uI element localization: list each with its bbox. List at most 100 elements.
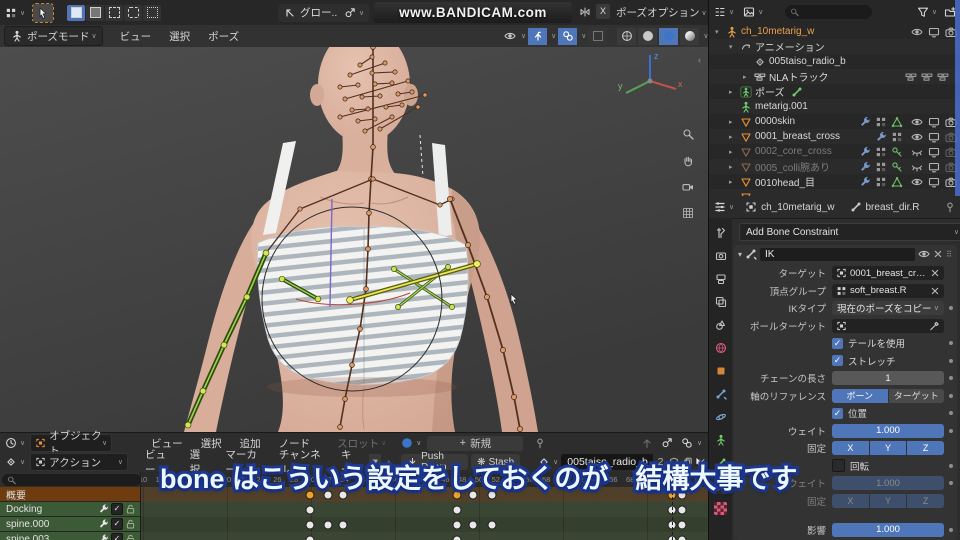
checkbox[interactable]: ✓: [832, 355, 843, 366]
keyframe-lane[interactable]: [140, 532, 708, 540]
animate-dot[interactable]: [949, 376, 953, 380]
monitor-icon[interactable]: [928, 26, 940, 38]
outliner-row[interactable]: ▸ ポーズ: [709, 84, 960, 99]
tab-world[interactable]: [711, 339, 730, 356]
ortho-grid-icon[interactable]: [681, 206, 695, 220]
pose-options-dropdown[interactable]: ポーズオプション ∨: [616, 5, 707, 20]
animate-dot[interactable]: [949, 463, 953, 468]
keyframe-lane[interactable]: [140, 502, 708, 518]
display-mode-icon[interactable]: [713, 5, 727, 19]
xray-toggle[interactable]: [588, 27, 608, 45]
wrench-icon[interactable]: [875, 131, 887, 143]
x-icon[interactable]: [930, 268, 940, 278]
animate-dot[interactable]: [949, 411, 953, 415]
checkbox[interactable]: ✓: [832, 407, 843, 419]
keyframe[interactable]: [487, 520, 497, 529]
add-bone-constraint-button[interactable]: Add Bone Constraint ∨: [739, 223, 960, 241]
filter-icon[interactable]: [916, 5, 930, 19]
eye-closed-icon[interactable]: [911, 146, 923, 158]
checkbox[interactable]: ✓: [832, 337, 843, 349]
tab-scene[interactable]: [711, 316, 730, 333]
shading-solid[interactable]: [638, 27, 658, 45]
lock-y-button[interactable]: Y: [869, 441, 907, 455]
outliner-search-input[interactable]: [785, 5, 873, 19]
expand-arrow-icon[interactable]: ▸: [729, 88, 739, 96]
tab-view-layer[interactable]: [711, 293, 730, 310]
pin-icon[interactable]: [943, 200, 957, 214]
channel-概要[interactable]: 概要: [0, 487, 140, 502]
keyframe[interactable]: [305, 505, 315, 514]
slider-影響[interactable]: 1.000: [832, 522, 944, 537]
lock-x-button[interactable]: X: [832, 441, 869, 455]
select-mode-paint[interactable]: [143, 4, 162, 21]
outliner-row[interactable]: ▸ 0005_colli腕あり: [709, 159, 960, 174]
filter-id-icon[interactable]: [742, 5, 756, 19]
expand-arrow-icon[interactable]: ▾: [738, 250, 742, 259]
channel-enable-checkbox[interactable]: ✓: [111, 518, 123, 530]
keyframe[interactable]: [677, 505, 687, 514]
outliner-row[interactable]: ▸ 0001_breast_cross: [709, 129, 960, 144]
keyframe[interactable]: [305, 535, 315, 540]
outliner-row[interactable]: ▾ アニメーション: [709, 39, 960, 54]
mirror-icon[interactable]: [578, 5, 592, 19]
keyframe[interactable]: [452, 505, 462, 514]
outliner-row[interactable]: ▸ 0000skin: [709, 114, 960, 129]
tab-object-data[interactable]: [711, 431, 730, 448]
checkbox[interactable]: [832, 459, 845, 472]
channel-enable-checkbox[interactable]: ✓: [111, 503, 123, 515]
wrench-icon[interactable]: [859, 116, 871, 128]
monitor-icon[interactable]: [928, 161, 940, 173]
wrench-icon[interactable]: [859, 176, 871, 188]
tab-physics[interactable]: [711, 408, 730, 425]
animate-dot[interactable]: [949, 393, 953, 398]
outliner-item-label[interactable]: 0000skin: [755, 116, 795, 127]
keyframe[interactable]: [677, 535, 687, 540]
outliner-row[interactable]: ▸ NLAトラック: [709, 69, 960, 84]
overlay-icon[interactable]: [680, 436, 694, 450]
animate-dot[interactable]: [949, 527, 953, 532]
breadcrumb-bone[interactable]: breast_dir.R: [866, 202, 920, 213]
vgroup-icon[interactable]: [891, 116, 903, 128]
eye-icon[interactable]: [911, 176, 923, 188]
node-tree-type-dropdown[interactable]: オブジェクト ∨: [30, 430, 113, 457]
lock-z-button[interactable]: Z: [907, 441, 945, 455]
eye-closed-icon[interactable]: [911, 161, 923, 173]
outliner-row[interactable]: ▸ 0002_core_cross: [709, 144, 960, 159]
keyframe[interactable]: [452, 535, 462, 540]
editor-type-icon[interactable]: [4, 436, 18, 450]
select-mode-circle[interactable]: [105, 4, 124, 21]
monitor-icon[interactable]: [928, 176, 940, 188]
lock-icon[interactable]: [125, 519, 136, 530]
channel-enable-checkbox[interactable]: ✓: [111, 533, 123, 540]
keyframe[interactable]: [468, 520, 478, 529]
tab-output[interactable]: [711, 270, 730, 287]
lock-icon[interactable]: [125, 504, 136, 515]
nla-icon[interactable]: [905, 71, 917, 83]
mode-dropdown[interactable]: ポーズモード ∨: [4, 26, 103, 46]
monitor-icon[interactable]: [928, 146, 940, 158]
dots-icon[interactable]: [875, 176, 887, 188]
breadcrumb-object[interactable]: ch_10metarig_w: [761, 202, 834, 213]
tab-tool[interactable]: [711, 224, 730, 241]
number-field[interactable]: 1: [832, 371, 944, 385]
outliner-item-label[interactable]: 0001_breast_cross: [755, 131, 840, 142]
mirror-x-toggle[interactable]: X: [596, 4, 610, 19]
lock-y-button[interactable]: Y: [869, 493, 907, 508]
menu-select[interactable]: 選択: [160, 29, 199, 44]
outliner-row[interactable]: ▾ ch_10metarig_w: [709, 24, 960, 39]
outliner-item-label[interactable]: 0010head_目: [755, 174, 815, 189]
menu-view[interactable]: ビュー: [111, 29, 161, 44]
nla-icon[interactable]: [921, 71, 933, 83]
outliner-item-label[interactable]: 0002_core_cross: [755, 146, 832, 157]
expand-arrow-icon[interactable]: ▸: [729, 118, 739, 126]
select-mode-lasso[interactable]: [124, 4, 143, 21]
dots-icon[interactable]: [891, 131, 903, 143]
editor-type-icon[interactable]: [4, 455, 18, 469]
shading-wireframe[interactable]: [617, 27, 637, 45]
camera-view-icon[interactable]: [681, 180, 695, 194]
key-icon[interactable]: [891, 161, 903, 173]
animate-dot[interactable]: [949, 428, 953, 433]
monitor-icon[interactable]: [928, 116, 940, 128]
select-mode-tweak[interactable]: [67, 4, 86, 21]
pole-target-field[interactable]: [832, 318, 944, 333]
